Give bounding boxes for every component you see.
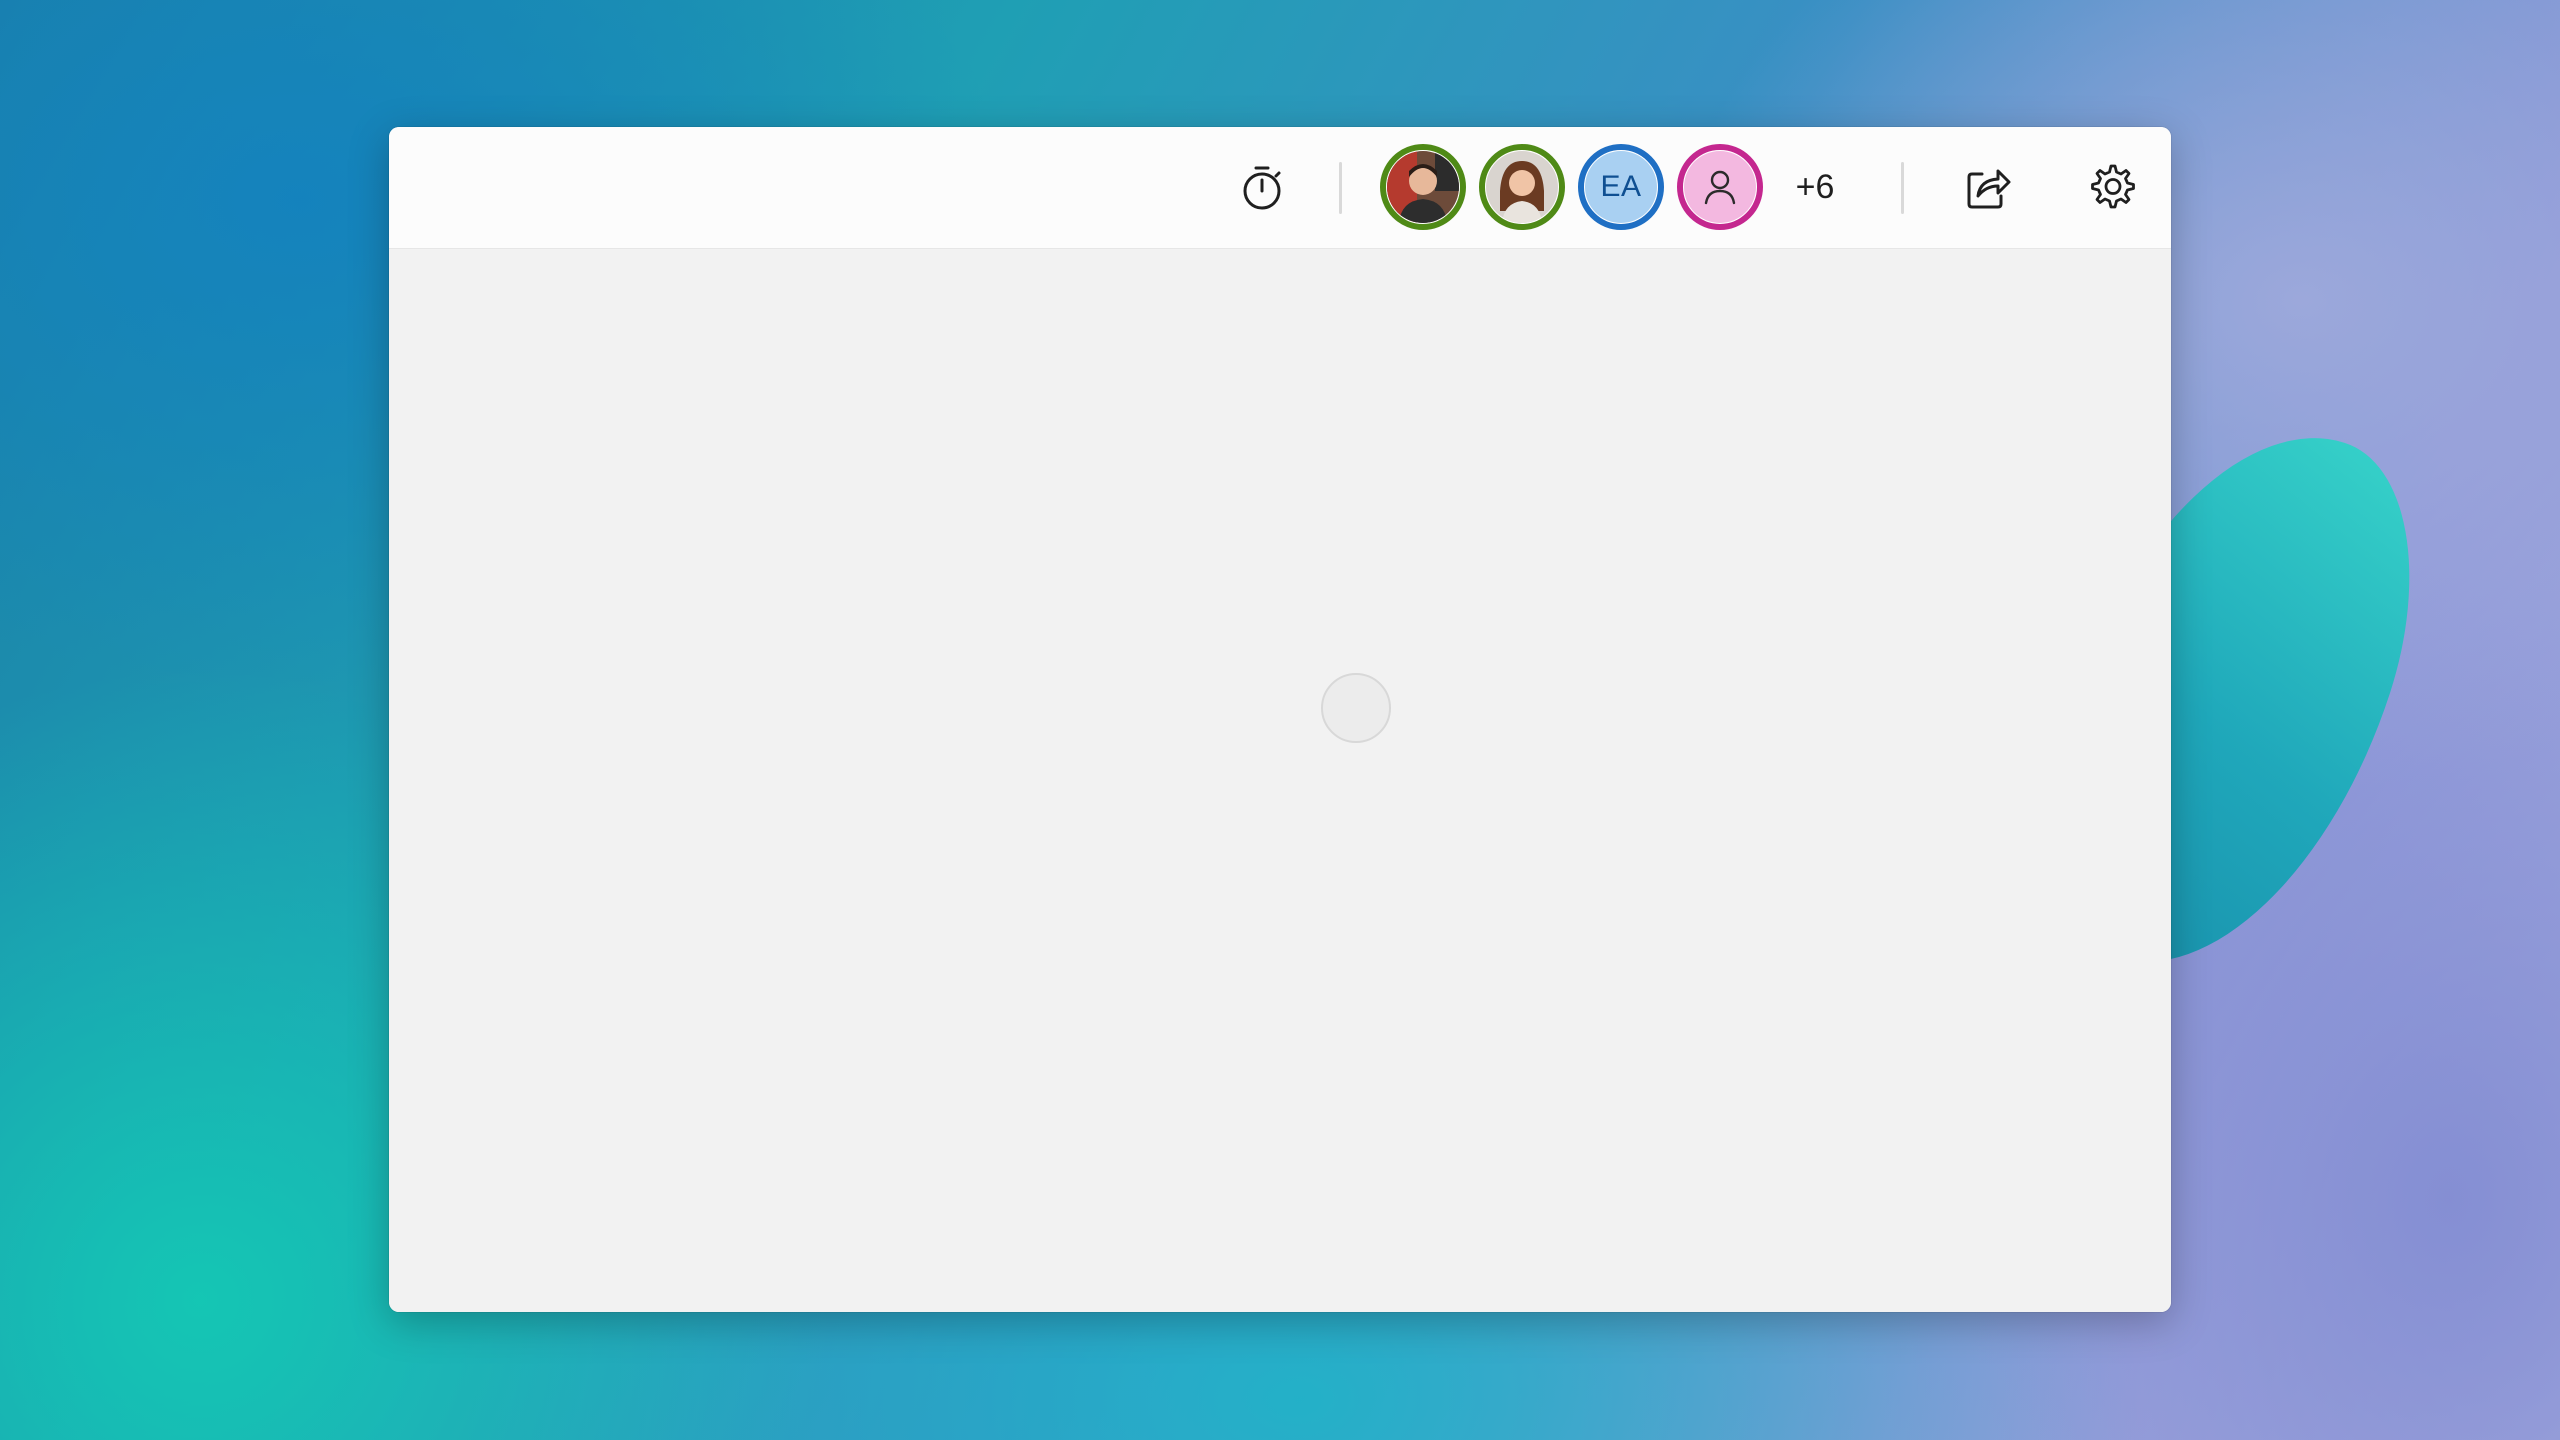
participant-avatar-1[interactable] [1380, 144, 1466, 230]
share-icon [1967, 169, 2011, 209]
avatar-initials: EA [1600, 170, 1642, 203]
pointer-indicator [1321, 673, 1391, 743]
avatar-placeholder-circle [1684, 151, 1756, 223]
participant-avatar-2[interactable] [1479, 144, 1565, 230]
avatar-photo [1387, 151, 1459, 223]
avatar-initials-circle: EA [1585, 151, 1657, 223]
avatar-photo [1486, 151, 1558, 223]
settings-button[interactable] [2080, 157, 2142, 219]
toolbar-divider [1339, 162, 1342, 214]
share-button[interactable] [1957, 157, 2019, 219]
more-participants-count[interactable]: +6 [1784, 164, 1846, 210]
toolbar-divider [1901, 162, 1904, 214]
canvas-area[interactable] [389, 249, 2171, 1312]
participant-avatar-3[interactable]: EA [1578, 144, 1664, 230]
timer-button[interactable] [1231, 157, 1293, 219]
app-window: EA +6 [389, 127, 2171, 1312]
toolbar: EA +6 [389, 127, 2171, 249]
gear-icon [2091, 164, 2135, 209]
participant-avatar-4[interactable] [1677, 144, 1763, 230]
stopwatch-icon [1243, 166, 1281, 210]
person-outline-icon [1704, 170, 1736, 205]
